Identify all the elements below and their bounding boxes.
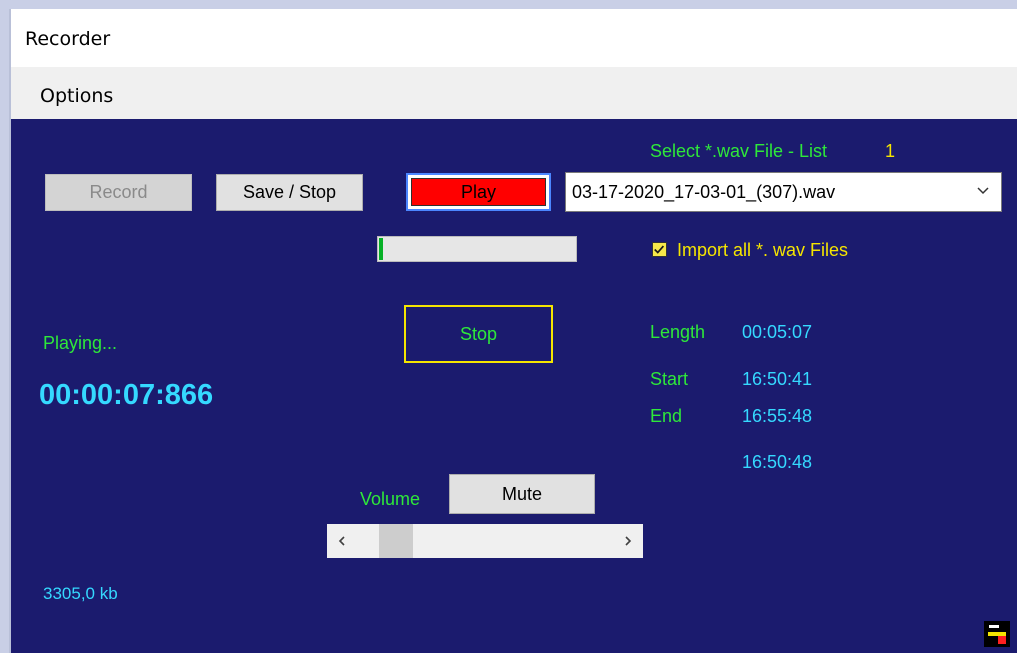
app-logo-icon bbox=[984, 621, 1010, 647]
chevron-down-icon[interactable] bbox=[975, 183, 991, 199]
menu-options[interactable]: Options bbox=[40, 85, 113, 107]
file-size: 3305,0 kb bbox=[43, 584, 118, 603]
playback-status: Playing... bbox=[43, 333, 118, 353]
chevron-left-icon[interactable] bbox=[327, 524, 357, 558]
end-label: End bbox=[650, 406, 683, 426]
stop-button[interactable]: Stop bbox=[404, 305, 553, 363]
mute-button[interactable]: Mute bbox=[449, 474, 595, 514]
play-button-label: Play bbox=[411, 178, 546, 206]
volume-label: Volume bbox=[360, 489, 421, 509]
menu-bar: Options bbox=[11, 67, 1017, 119]
import-all-label[interactable]: Import all *. wav Files bbox=[677, 240, 848, 261]
import-all-checkbox[interactable] bbox=[652, 242, 667, 257]
length-label: Length bbox=[650, 322, 706, 342]
recorder-window: Recorder Options Select *.wav File - Lis… bbox=[9, 9, 1017, 653]
start-value: 16:50:41 bbox=[742, 369, 813, 389]
volume-thumb[interactable] bbox=[379, 524, 413, 558]
progress-fill bbox=[379, 238, 383, 260]
title-bar: Recorder bbox=[11, 9, 1017, 67]
current-clock-value: 16:50:48 bbox=[742, 452, 813, 472]
play-button[interactable]: Play bbox=[406, 173, 551, 211]
start-label: Start bbox=[650, 369, 689, 389]
select-file-label: Select *.wav File - List bbox=[650, 141, 828, 161]
wav-file-selected: 03-17-2020_17-03-01_(307).wav bbox=[572, 182, 836, 202]
playback-time: 00:00:07:866 bbox=[39, 379, 214, 411]
checkmark-icon bbox=[654, 245, 665, 254]
end-value: 16:55:48 bbox=[742, 406, 813, 426]
window-title: Recorder bbox=[25, 28, 111, 50]
chevron-right-icon[interactable] bbox=[613, 524, 643, 558]
file-count: 1 bbox=[885, 141, 896, 161]
playback-progress bbox=[377, 236, 577, 262]
record-button[interactable]: Record bbox=[45, 174, 192, 211]
save-stop-button[interactable]: Save / Stop bbox=[216, 174, 363, 211]
length-value: 00:05:07 bbox=[742, 322, 813, 342]
wav-file-select[interactable]: 03-17-2020_17-03-01_(307).wav bbox=[565, 172, 1002, 212]
main-panel: Select *.wav File - List 1 Record Save /… bbox=[11, 119, 1017, 653]
volume-scrollbar[interactable] bbox=[327, 524, 643, 558]
